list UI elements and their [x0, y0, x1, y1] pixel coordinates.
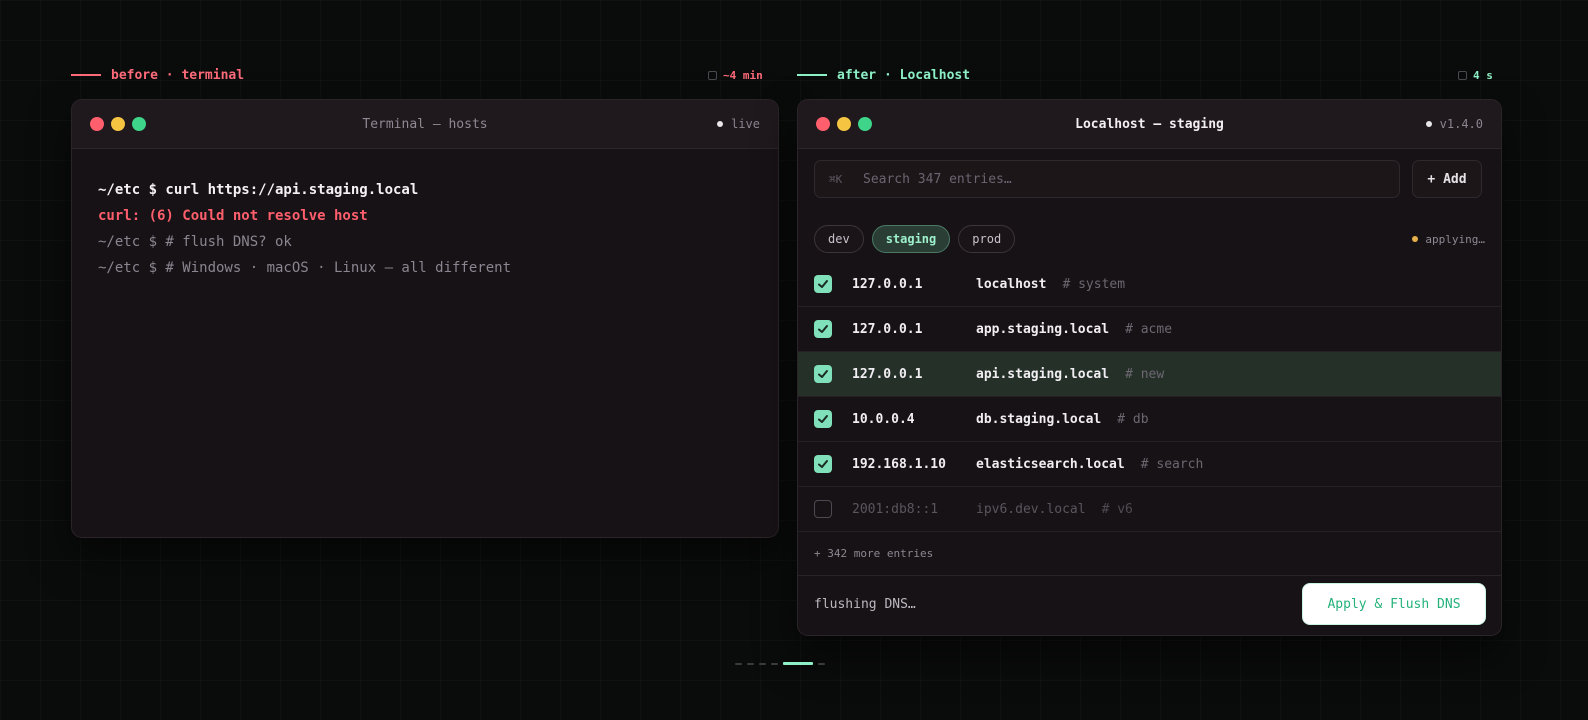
entry-comment: # search — [1140, 456, 1204, 472]
terminal-line: ~/etc $ # flush DNS? ok — [98, 234, 292, 250]
after-caption: after · Localhost — [797, 66, 970, 84]
app-title: Localhost — staging — [1075, 116, 1224, 132]
host-entry-row[interactable]: 127.0.0.1 localhost # system — [798, 262, 1501, 307]
entry-comment: # system — [1062, 276, 1126, 292]
entry-comment: # acme — [1125, 321, 1173, 337]
entry-host: db.staging.local — [976, 411, 1102, 427]
host-entry-row[interactable]: 10.0.0.4 db.staging.local # db — [798, 397, 1501, 442]
entry-host: localhost — [976, 276, 1047, 292]
after-meta: 4 s — [1458, 66, 1493, 84]
pager-dot[interactable] — [747, 662, 754, 665]
terminal-output[interactable]: ~/etc $ curl https://api.staging.local c… — [72, 149, 778, 309]
entry-ip: 127.0.0.1 — [852, 366, 923, 382]
before-meta: ~4 min — [708, 66, 763, 84]
terminal-line: curl: (6) Could not resolve host — [98, 208, 368, 224]
enabled-checkbox[interactable] — [814, 410, 832, 428]
entry-host: app.staging.local — [976, 321, 1110, 337]
filter-chip-dev[interactable]: dev — [814, 225, 864, 253]
checkmark-icon — [818, 460, 828, 468]
filter-chip-staging[interactable]: staging — [871, 225, 951, 253]
clock-icon — [1458, 70, 1467, 80]
footer-status: flushing DNS… — [814, 596, 916, 612]
app-window: Localhost — staging v1.4.0 ⌘K Search 347… — [797, 99, 1502, 636]
after-meta-label: 4 s — [1473, 68, 1493, 82]
status-dot-icon — [1425, 121, 1432, 127]
after-dash — [797, 74, 827, 76]
entry-host: ipv6.dev.local — [976, 501, 1086, 517]
terminal-line: ~/etc $ # Windows · macOS · Linux — all … — [98, 260, 512, 276]
app-titlebar: Localhost — staging v1.4.0 — [798, 100, 1501, 149]
entry-ip: 10.0.0.4 — [852, 411, 915, 427]
applying-status: applying… — [1412, 233, 1485, 246]
app-footer: flushing DNS… Apply & Flush DNS — [798, 573, 1501, 635]
search-shortcut: ⌘K — [829, 172, 843, 186]
apply-flush-dns-button[interactable]: Apply & Flush DNS — [1303, 584, 1485, 624]
search-input[interactable]: ⌘K Search 347 entries… — [814, 160, 1400, 198]
entry-host: elasticsearch.local — [976, 456, 1125, 472]
terminal-status-label: live — [731, 117, 760, 131]
hosts-list: 127.0.0.1 localhost # system 127.0.0.1 a… — [798, 262, 1501, 576]
pager-dot[interactable] — [735, 662, 742, 665]
host-entry-row[interactable]: 127.0.0.1 app.staging.local # acme — [798, 307, 1501, 352]
after-caption-label: after · Localhost — [837, 67, 971, 83]
before-caption-label: before · terminal — [111, 67, 245, 83]
terminal-window: Terminal — hosts live ~/etc $ curl https… — [71, 99, 779, 538]
entry-comment: # v6 — [1101, 501, 1133, 517]
applying-dot-icon — [1412, 236, 1419, 242]
more-entries[interactable]: + 342 more entries — [798, 532, 1501, 576]
enabled-checkbox[interactable] — [814, 275, 832, 293]
applying-label: applying… — [1425, 232, 1485, 246]
pager-dot[interactable] — [759, 662, 766, 665]
terminal-status: live — [717, 117, 760, 131]
entry-ip: 127.0.0.1 — [852, 276, 923, 292]
before-meta-label: ~4 min — [723, 68, 763, 82]
checkmark-icon — [818, 415, 828, 423]
pager-dot[interactable] — [818, 662, 825, 665]
entry-comment: # new — [1125, 366, 1165, 382]
terminal-title: Terminal — hosts — [362, 116, 488, 132]
terminal-line: ~/etc $ curl https://api.staging.local — [98, 182, 419, 198]
slide-pager — [735, 662, 825, 665]
clock-icon — [708, 70, 717, 80]
more-entries-label: + 342 more entries — [814, 547, 934, 560]
live-dot-icon — [717, 121, 724, 127]
entry-ip: 192.168.1.10 — [852, 456, 946, 472]
checkmark-icon — [818, 325, 828, 333]
terminal-titlebar: Terminal — hosts live — [72, 100, 778, 149]
search-row: ⌘K Search 347 entries… + Add — [814, 160, 1482, 198]
entry-host: api.staging.local — [976, 366, 1110, 382]
filter-chip-prod[interactable]: prod — [958, 225, 1016, 253]
host-entry-row-highlighted[interactable]: 127.0.0.1 api.staging.local # new — [798, 352, 1501, 397]
app-version: v1.4.0 — [1425, 117, 1483, 131]
disabled-checkbox[interactable] — [814, 500, 832, 518]
before-caption: before · terminal — [71, 66, 244, 84]
environment-filters: dev staging prod applying… — [814, 224, 1485, 254]
checkmark-icon — [818, 370, 828, 378]
add-entry-button[interactable]: + Add — [1412, 160, 1482, 198]
host-entry-row[interactable]: 192.168.1.10 elasticsearch.local # searc… — [798, 442, 1501, 487]
checkmark-icon — [818, 280, 828, 288]
search-placeholder: Search 347 entries… — [863, 171, 1012, 187]
pager-dot[interactable] — [771, 662, 778, 665]
host-entry-row-disabled[interactable]: 2001:db8::1 ipv6.dev.local # v6 — [798, 487, 1501, 532]
entry-ip: 127.0.0.1 — [852, 321, 923, 337]
pager-dot-active[interactable] — [783, 662, 813, 665]
enabled-checkbox[interactable] — [814, 455, 832, 473]
enabled-checkbox[interactable] — [814, 320, 832, 338]
before-dash — [71, 74, 101, 76]
entry-comment: # db — [1117, 411, 1149, 427]
enabled-checkbox[interactable] — [814, 365, 832, 383]
app-version-label: v1.4.0 — [1439, 117, 1483, 131]
entry-ip: 2001:db8::1 — [852, 501, 939, 517]
